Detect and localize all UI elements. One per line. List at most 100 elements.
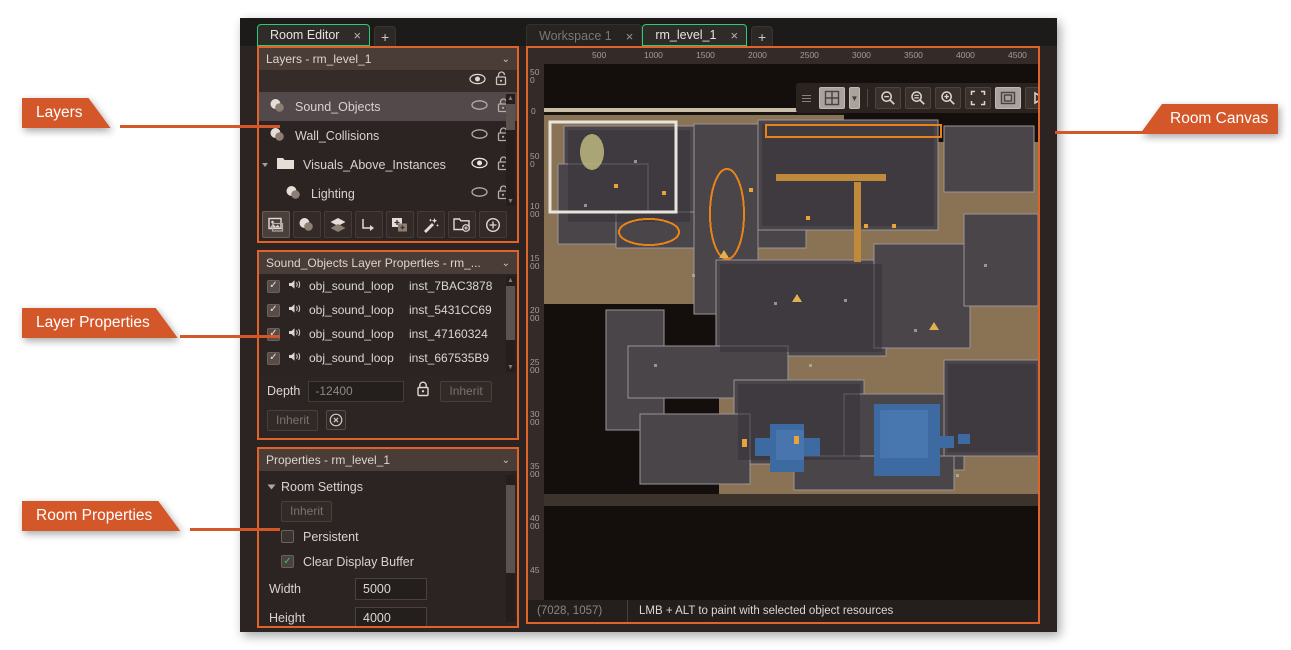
fit-to-screen-icon[interactable]: [965, 87, 991, 109]
layers-list[interactable]: Sound_Objects Wall_Collisions Visuals_Ab…: [259, 92, 517, 208]
layers-panel: Layers - rm_level_1 ⌄ Sound_Objects Wall…: [257, 46, 519, 243]
scrollbar-thumb[interactable]: [506, 104, 515, 130]
room-map-render[interactable]: [544, 64, 1038, 600]
scrollbar-thumb[interactable]: [506, 485, 515, 573]
chevron-down-icon[interactable]: ⌄: [502, 455, 510, 466]
instance-list[interactable]: ✓ obj_sound_loop inst_7BAC3878 ✓ obj_sou…: [259, 274, 517, 374]
chevron-down-icon[interactable]: ⌄: [502, 54, 510, 65]
add-instance-layer-icon[interactable]: [386, 211, 414, 238]
clear-display-buffer-label: Clear Display Buffer: [303, 554, 414, 569]
layer-row[interactable]: Wall_Collisions: [259, 121, 517, 150]
ruler-tick-label: 1500: [696, 50, 715, 60]
instance-checkbox[interactable]: ✓: [267, 303, 280, 317]
add-tile-layer-icon[interactable]: [324, 211, 352, 238]
list-item[interactable]: ✓ obj_sound_loop inst_5431CC69: [259, 298, 517, 322]
eye-open-icon[interactable]: [471, 157, 488, 172]
list-item[interactable]: ✓ obj_sound_loop inst_47160324: [259, 322, 517, 346]
scrollbar-thumb[interactable]: [506, 286, 515, 340]
clear-circle-icon[interactable]: [326, 410, 347, 430]
expand-triangle-icon[interactable]: [262, 162, 268, 167]
status-message: LMB + ALT to paint with selected object …: [639, 605, 894, 617]
tab-rm-level-1[interactable]: rm_level_1 ×: [642, 24, 748, 47]
ruler-tick-label: 1500: [530, 253, 540, 271]
add-tab-button[interactable]: +: [751, 26, 774, 47]
chevron-down-icon[interactable]: ⌄: [502, 258, 510, 269]
tab-workspace-1[interactable]: Workspace 1 ×: [526, 24, 643, 47]
layer-row-icons: [471, 126, 510, 145]
tab-room-editor[interactable]: Room Editor ×: [257, 24, 371, 47]
add-asset-layer-icon[interactable]: [293, 211, 321, 238]
expand-triangle-icon[interactable]: [267, 484, 276, 490]
eye-closed-icon[interactable]: [471, 186, 488, 201]
clear-display-buffer-row[interactable]: ✓ Clear Display Buffer: [259, 549, 517, 574]
room-viewport[interactable]: ▼: [544, 64, 1038, 600]
eye-closed-icon[interactable]: [471, 99, 488, 114]
screenshot-root: Room Editor × + Workspace 1 × rm_level_1…: [0, 0, 1291, 650]
depth-inherit-button[interactable]: Inherit: [440, 380, 492, 402]
annotation-layers: Layers: [22, 98, 111, 128]
add-folder-icon[interactable]: [448, 211, 476, 238]
instance-checkbox[interactable]: ✓: [267, 327, 280, 341]
layer-props-actions: Inherit: [259, 408, 517, 438]
persistent-row[interactable]: Persistent: [259, 524, 517, 549]
layers-panel-title: Layers - rm_level_1: [266, 52, 372, 66]
width-input[interactable]: 5000: [355, 577, 427, 600]
list-item[interactable]: ✓ obj_sound_loop inst_7BAC3878: [259, 274, 517, 298]
layer-properties-title: Sound_Objects Layer Properties - rm_...: [266, 256, 481, 270]
persistent-checkbox[interactable]: [281, 530, 294, 543]
scroll-down-icon[interactable]: ▼: [506, 363, 515, 372]
eye-closed-icon[interactable]: [471, 128, 488, 143]
height-input[interactable]: 4000: [355, 606, 427, 626]
instance-object-name: obj_sound_loop: [309, 303, 394, 317]
ruler-tick-label: 2000: [530, 305, 540, 323]
add-background-layer-icon[interactable]: [262, 211, 290, 238]
layer-properties-header[interactable]: Sound_Objects Layer Properties - rm_... …: [259, 252, 517, 274]
close-icon[interactable]: ×: [626, 30, 634, 43]
toolbar-drag-handle-icon[interactable]: [802, 94, 811, 102]
layers-scrollbar[interactable]: ▲ ▼: [506, 94, 515, 206]
scroll-down-icon[interactable]: ▼: [506, 197, 515, 206]
eye-open-icon[interactable]: [469, 72, 486, 90]
grid-dropdown-icon[interactable]: ▼: [849, 87, 860, 109]
lock-closed-icon[interactable]: [416, 381, 430, 402]
instance-scrollbar[interactable]: ▲ ▼: [506, 276, 515, 372]
layers-panel-header[interactable]: Layers - rm_level_1 ⌄: [259, 48, 517, 70]
layer-properties-panel: Sound_Objects Layer Properties - rm_... …: [257, 250, 519, 440]
list-item[interactable]: ✓ obj_sound_loop inst_667535B9: [259, 346, 517, 370]
zoom-in-icon[interactable]: [935, 87, 961, 109]
layer-row[interactable]: Visuals_Above_Instances: [259, 150, 517, 179]
add-effect-layer-icon[interactable]: [417, 211, 445, 238]
zoom-out-icon[interactable]: [875, 87, 901, 109]
zoom-reset-icon[interactable]: [905, 87, 931, 109]
instance-checkbox[interactable]: ✓: [267, 279, 280, 293]
room-properties-header[interactable]: Properties - rm_level_1 ⌄: [259, 449, 517, 471]
add-path-layer-icon[interactable]: [355, 211, 383, 238]
depth-input[interactable]: -12400: [308, 380, 405, 402]
section-label: Room Settings: [281, 480, 363, 494]
scroll-up-icon[interactable]: ▲: [506, 94, 515, 103]
room-properties-title: Properties - rm_level_1: [266, 453, 391, 467]
add-tab-button[interactable]: +: [374, 26, 397, 47]
grid-icon[interactable]: [819, 87, 845, 109]
room-properties-scrollbar[interactable]: [506, 475, 515, 622]
annotation-leader-layer-properties: [180, 335, 280, 338]
left-tabstrip: Room Editor × +: [257, 23, 397, 47]
lock-open-icon[interactable]: [495, 71, 508, 91]
room-settings-section[interactable]: Room Settings: [259, 476, 517, 498]
room-inherit-button[interactable]: Inherit: [281, 500, 333, 522]
show-viewport-icon[interactable]: [995, 87, 1021, 109]
scroll-up-icon[interactable]: ▲: [506, 276, 515, 285]
instance-checkbox[interactable]: ✓: [267, 351, 280, 365]
canvas-toolbar: ▼: [796, 83, 1038, 113]
run-room-icon[interactable]: [1025, 87, 1038, 109]
ruler-tick-label: 1000: [644, 50, 663, 60]
clear-display-buffer-checkbox[interactable]: ✓: [281, 555, 294, 568]
instance-id: inst_667535B9: [409, 351, 490, 365]
layer-inherit-button[interactable]: Inherit: [267, 409, 319, 431]
close-icon[interactable]: ×: [353, 29, 361, 42]
close-icon[interactable]: ×: [730, 29, 738, 42]
layers-global-toggles: [259, 70, 517, 92]
more-options-icon[interactable]: [479, 211, 507, 238]
layer-row[interactable]: Lighting: [259, 179, 517, 208]
layer-row[interactable]: Sound_Objects: [259, 92, 517, 121]
